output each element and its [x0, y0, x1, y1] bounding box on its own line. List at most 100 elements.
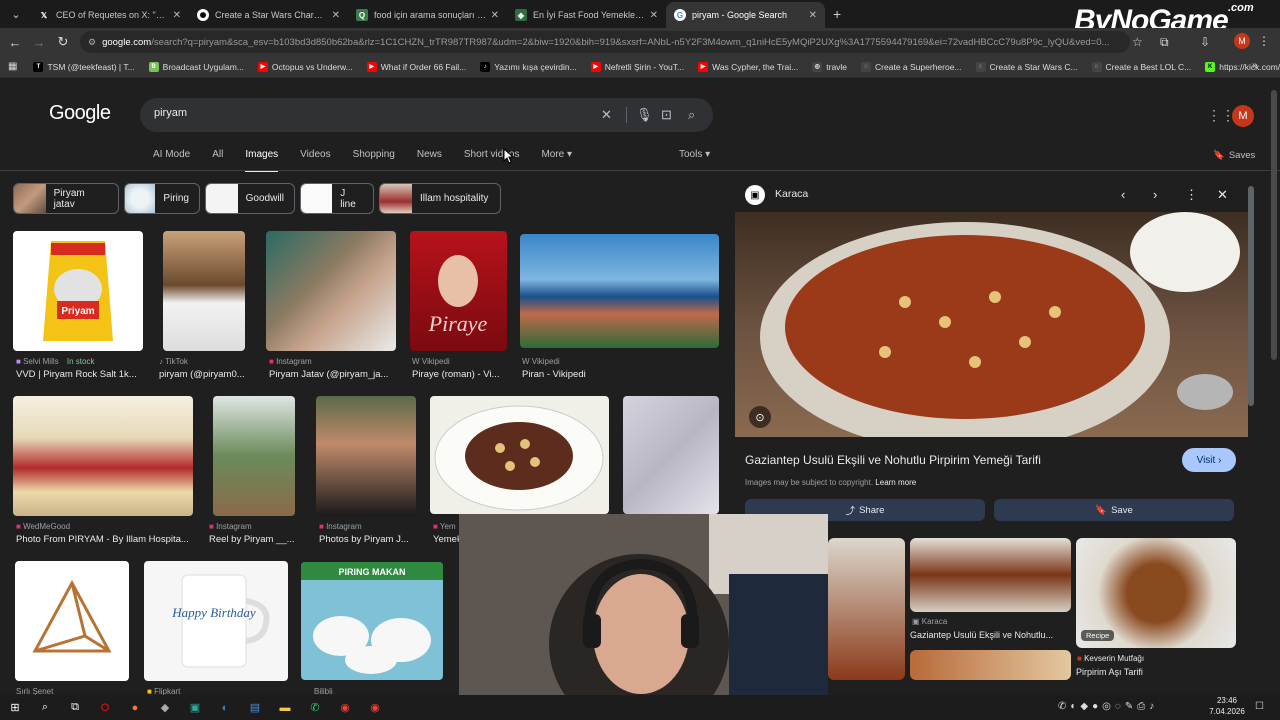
- close-tab-icon[interactable]: ✕: [650, 10, 658, 21]
- chip-illam-hospitality[interactable]: Illam hospitality: [379, 183, 501, 214]
- bookmark-item[interactable]: ▶ Was Cypher, the Trai...: [698, 61, 798, 72]
- result-image[interactable]: [15, 561, 129, 681]
- next-image-icon[interactable]: ›: [1153, 187, 1157, 202]
- site-info-icon[interactable]: ⚙: [88, 37, 96, 48]
- search-input[interactable]: piryam: [154, 107, 187, 119]
- chrome-active-icon[interactable]: ◉: [363, 698, 387, 718]
- bookmark-item[interactable]: ♪ Yazımı kışa çevirdin...: [480, 61, 577, 72]
- bookmark-item[interactable]: T TSM (@teekfeast) | T...: [33, 61, 135, 72]
- tab-all[interactable]: All: [212, 149, 223, 172]
- result-caption[interactable]: Piran - Vikipedi: [522, 369, 712, 380]
- browser-tab[interactable]: Q food için arama sonuçları - Qu ✕: [348, 2, 507, 28]
- related-image[interactable]: Recipe: [1076, 538, 1236, 648]
- panel-site-name[interactable]: Karaca: [775, 188, 808, 200]
- start-menu-icon[interactable]: ⊞: [3, 698, 27, 718]
- google-logo[interactable]: Google: [49, 102, 111, 125]
- learn-more-link[interactable]: Learn more: [875, 478, 916, 487]
- related-image[interactable]: [828, 538, 905, 680]
- bookmark-star-icon[interactable]: ☆: [1132, 35, 1143, 49]
- related-image[interactable]: [910, 538, 1071, 612]
- browser-tab[interactable]: ◆ En İyi Fast Food Yemekleri - Tie ✕: [507, 2, 666, 28]
- browser-tab[interactable]: ✺ Create a Star Wars Characters ( ✕: [189, 2, 348, 28]
- browser-menu-icon[interactable]: ⋮: [1258, 34, 1270, 48]
- app-icon[interactable]: ◆: [153, 698, 177, 718]
- task-view-icon[interactable]: ⧉: [63, 698, 87, 718]
- panel-more-icon[interactable]: ⋮: [1185, 187, 1198, 203]
- preview-image[interactable]: ⊙: [735, 212, 1248, 437]
- saves-link[interactable]: 🔖 Saves: [1213, 150, 1255, 161]
- bookmark-item[interactable]: ◌ Create a Superheroe...: [861, 61, 962, 72]
- file-explorer-icon[interactable]: ▬: [273, 698, 297, 718]
- chrome-icon[interactable]: ◉: [333, 698, 357, 718]
- result-caption[interactable]: Photos by Piryam J...: [319, 534, 414, 545]
- system-tray-icons[interactable]: ✆◐◆●◎◌✎⎙♪: [1058, 701, 1158, 712]
- edge-icon[interactable]: ◐: [213, 698, 237, 718]
- related-image[interactable]: [910, 650, 1071, 680]
- clock-time[interactable]: 23:46: [1212, 696, 1242, 705]
- profile-avatar[interactable]: M: [1234, 33, 1250, 49]
- result-image[interactable]: [430, 396, 609, 514]
- browser-tab-active[interactable]: G piryam - Google Search ✕: [666, 2, 825, 28]
- lens-search-icon[interactable]: ⊙: [749, 406, 771, 428]
- close-panel-icon[interactable]: ✕: [1217, 187, 1228, 203]
- browser-tab[interactable]: 𝕏 CEO of Requetes on X: "Esto ✕: [30, 2, 189, 28]
- result-image[interactable]: [316, 396, 416, 516]
- voice-search-icon[interactable]: 🎙: [636, 107, 653, 123]
- bookmark-item[interactable]: ▶ Nefretli Şirin - YouT...: [590, 61, 684, 72]
- result-caption[interactable]: Reel by Piryam __...: [209, 534, 301, 545]
- close-tab-icon[interactable]: ✕: [332, 10, 340, 21]
- bookmark-item[interactable]: ▶ What if Order 66 Fail...: [366, 61, 466, 72]
- notifications-icon[interactable]: ☐: [1255, 701, 1264, 712]
- tab-videos[interactable]: Videos: [300, 149, 330, 172]
- result-image[interactable]: [520, 234, 719, 348]
- whatsapp-icon[interactable]: ✆: [303, 698, 327, 718]
- related-caption[interactable]: Gaziantep Usulü Ekşili ve Nohutlu...: [910, 630, 1053, 640]
- clear-search-icon[interactable]: ✕: [601, 107, 612, 123]
- opera-icon[interactable]: O: [93, 698, 117, 718]
- chip-j-line[interactable]: J line: [300, 183, 374, 214]
- previous-image-icon[interactable]: ‹: [1121, 187, 1125, 202]
- result-image[interactable]: Piraye: [410, 231, 507, 351]
- result-image[interactable]: Priyam: [13, 231, 143, 351]
- address-bar[interactable]: ⚙ google.com/search?q=piryam&sca_esv=b10…: [80, 31, 1130, 53]
- result-caption[interactable]: Photo From PIRYAM - By Illam Hospita...: [16, 534, 191, 545]
- chip-piryam-jatav[interactable]: Piryam jatav: [13, 183, 119, 214]
- more-bookmarks-icon[interactable]: »: [1252, 60, 1258, 71]
- result-caption[interactable]: Yemek: [433, 534, 459, 545]
- search-icon[interactable]: ⌕: [688, 107, 695, 123]
- account-avatar[interactable]: M: [1232, 105, 1254, 127]
- reload-icon[interactable]: ↻: [51, 34, 75, 50]
- result-caption[interactable]: piryam (@piryam0...: [159, 369, 249, 380]
- save-button[interactable]: 🔖 Save: [994, 499, 1234, 521]
- panel-scrollbar[interactable]: [1248, 186, 1254, 406]
- search-box[interactable]: piryam ✕ 🎙 ⊡ ⌕: [140, 98, 713, 132]
- tab-images[interactable]: Images: [245, 149, 279, 172]
- clock-date[interactable]: 7.04.2026: [1205, 707, 1249, 716]
- result-image[interactable]: Happy Birthday: [144, 561, 288, 681]
- apps-grid-icon[interactable]: ▦: [8, 61, 17, 72]
- chip-piring[interactable]: Piring: [124, 183, 200, 214]
- related-caption[interactable]: Pirpirim Aşı Tarifi: [1076, 667, 1143, 677]
- close-tab-icon[interactable]: ✕: [809, 10, 817, 21]
- panel-title[interactable]: Gaziantep Usulü Ekşili ve Nohutlu Pirpir…: [745, 453, 1041, 467]
- store-icon[interactable]: ▣: [183, 698, 207, 718]
- result-caption[interactable]: Piryam Jatav (@piryam_ja...: [269, 369, 394, 380]
- bookmark-item[interactable]: ◌ Create a Star Wars C...: [975, 61, 1078, 72]
- forward-icon[interactable]: →: [27, 35, 51, 50]
- new-tab-icon[interactable]: +: [833, 6, 841, 22]
- result-caption[interactable]: Piraye (roman) - Vi...: [412, 369, 507, 380]
- lens-search-icon[interactable]: ⊡: [661, 107, 672, 123]
- bookmark-item[interactable]: Khttps://kick.com/m...: [1205, 61, 1280, 72]
- tab-search-icon[interactable]: ⌄: [6, 4, 26, 24]
- tab-more[interactable]: More ▾: [541, 149, 572, 172]
- close-tab-icon[interactable]: ✕: [491, 10, 499, 21]
- extensions-icon[interactable]: ⧉: [1160, 35, 1169, 50]
- tab-news[interactable]: News: [417, 149, 442, 172]
- result-image[interactable]: [13, 396, 193, 516]
- chip-goodwill[interactable]: Goodwill: [205, 183, 295, 214]
- bookmark-item[interactable]: ◌ Create a Best LOL C...: [1091, 61, 1191, 72]
- bookmark-item[interactable]: B Broadcast Uygulam...: [148, 61, 244, 72]
- result-image[interactable]: [163, 231, 245, 351]
- app-icon[interactable]: ▤: [243, 698, 267, 718]
- page-scrollbar[interactable]: [1271, 90, 1277, 360]
